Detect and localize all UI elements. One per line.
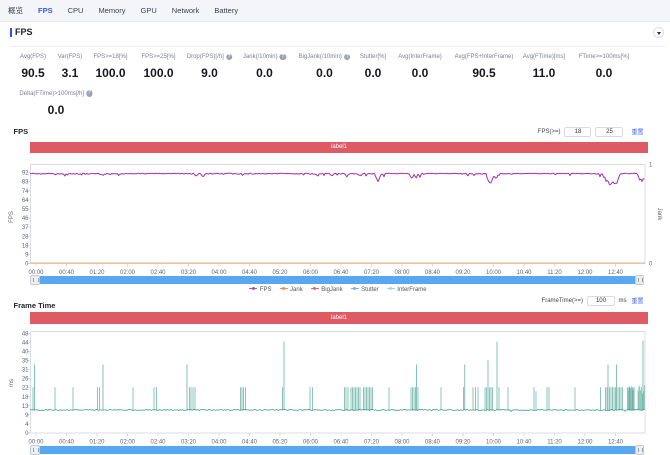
svg-text:10:40: 10:40 bbox=[516, 440, 532, 446]
svg-text:12:40: 12:40 bbox=[608, 440, 624, 446]
svg-text:07:20: 07:20 bbox=[364, 440, 380, 446]
svg-text:00:40: 00:40 bbox=[59, 440, 75, 446]
svg-text:12:00: 12:00 bbox=[577, 440, 593, 446]
svg-text:0: 0 bbox=[649, 262, 653, 268]
svg-text:18: 18 bbox=[22, 243, 29, 249]
svg-text:0: 0 bbox=[25, 431, 29, 437]
svg-text:08:40: 08:40 bbox=[425, 440, 441, 446]
svg-text:02:00: 02:00 bbox=[120, 440, 136, 446]
svg-text:35: 35 bbox=[22, 359, 29, 365]
svg-text:9: 9 bbox=[25, 413, 29, 419]
svg-text:08:00: 08:00 bbox=[394, 440, 410, 446]
svg-text:06:00: 06:00 bbox=[303, 440, 319, 446]
svg-text:Jank: Jank bbox=[656, 208, 662, 222]
svg-text:44: 44 bbox=[22, 341, 29, 347]
svg-text:4: 4 bbox=[25, 422, 29, 428]
svg-text:46: 46 bbox=[22, 216, 29, 222]
svg-text:10:00: 10:00 bbox=[486, 440, 502, 446]
svg-text:22: 22 bbox=[22, 386, 29, 392]
svg-text:06:40: 06:40 bbox=[333, 440, 349, 446]
svg-text:02:40: 02:40 bbox=[150, 440, 166, 446]
svg-text:18: 18 bbox=[22, 395, 29, 401]
svg-text:13: 13 bbox=[22, 404, 29, 410]
svg-text:40: 40 bbox=[22, 350, 29, 356]
svg-text:28: 28 bbox=[22, 234, 29, 240]
svg-text:26: 26 bbox=[22, 377, 29, 383]
svg-text:55: 55 bbox=[22, 207, 29, 213]
svg-text:9: 9 bbox=[25, 253, 29, 259]
svg-text:09:20: 09:20 bbox=[455, 440, 471, 446]
svg-text:31: 31 bbox=[22, 368, 29, 374]
svg-text:05:20: 05:20 bbox=[272, 440, 288, 446]
svg-text:ms: ms bbox=[9, 379, 15, 387]
svg-text:1: 1 bbox=[649, 163, 653, 169]
svg-text:83: 83 bbox=[22, 180, 29, 186]
svg-text:48: 48 bbox=[22, 332, 29, 338]
svg-text:92: 92 bbox=[22, 171, 29, 177]
svg-text:01:20: 01:20 bbox=[89, 440, 105, 446]
svg-text:FPS: FPS bbox=[9, 211, 15, 223]
svg-text:03:20: 03:20 bbox=[181, 440, 197, 446]
svg-text:74: 74 bbox=[22, 189, 29, 195]
svg-text:37: 37 bbox=[22, 225, 29, 231]
svg-text:64: 64 bbox=[22, 198, 29, 204]
svg-text:04:00: 04:00 bbox=[211, 440, 227, 446]
svg-text:04:40: 04:40 bbox=[242, 440, 258, 446]
svg-text:0: 0 bbox=[25, 262, 29, 268]
svg-text:11:20: 11:20 bbox=[547, 440, 562, 446]
